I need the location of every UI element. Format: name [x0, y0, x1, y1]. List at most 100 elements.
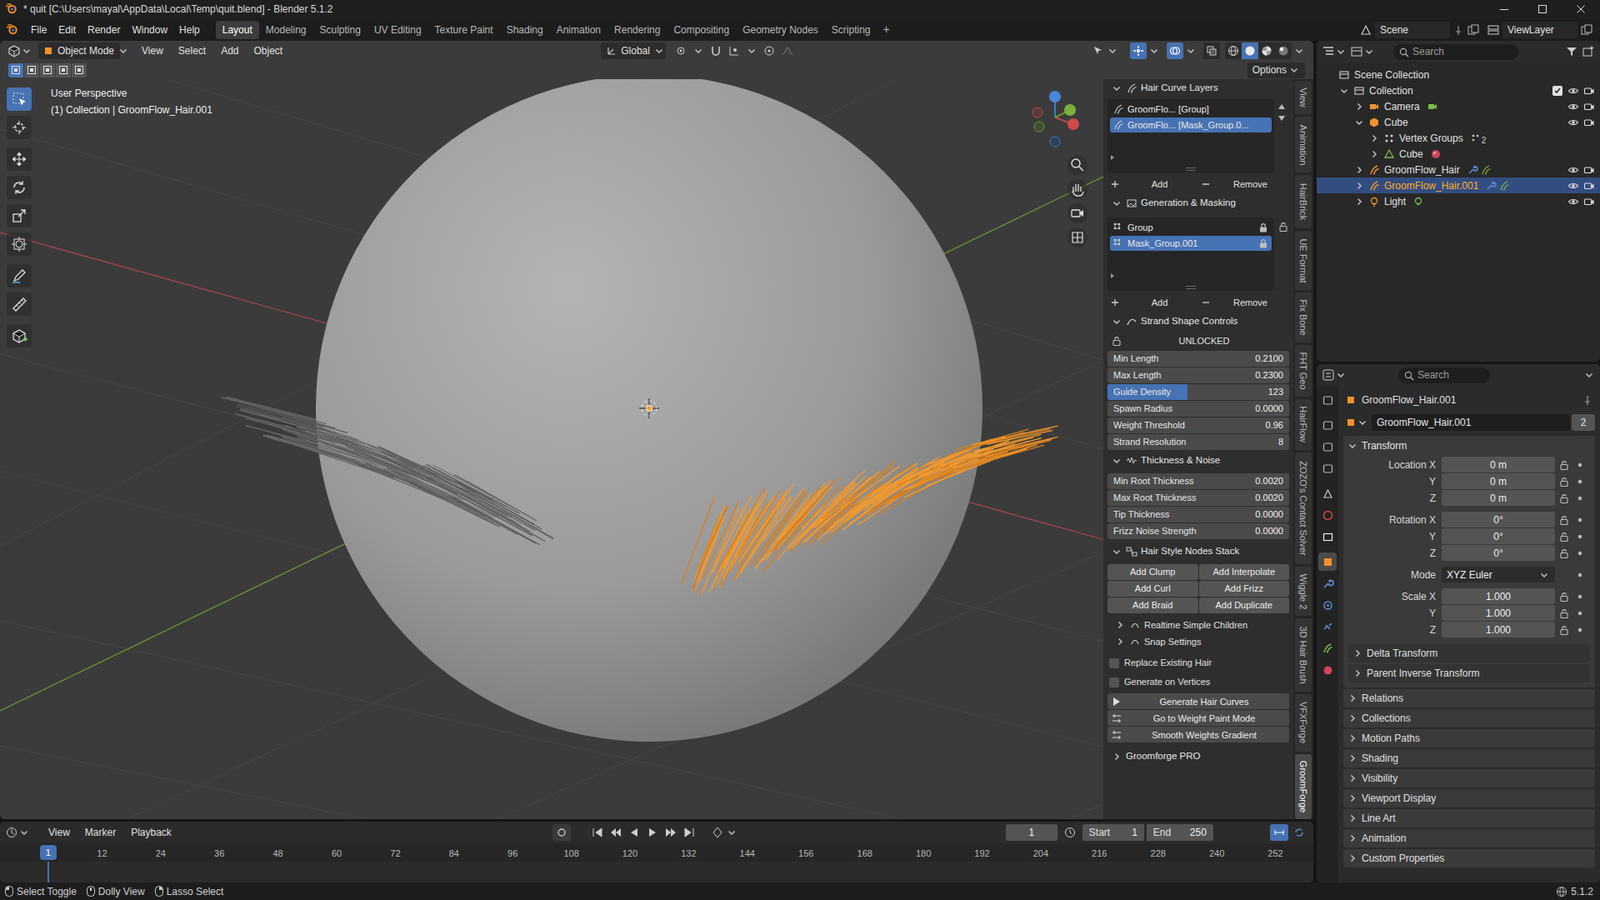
tree-toggle[interactable] — [1353, 164, 1365, 176]
style-button[interactable]: Add Curl — [1107, 580, 1199, 597]
list-resize-grip[interactable] — [1185, 285, 1196, 290]
subpanel-header[interactable]: Realtime Simple Children — [1107, 616, 1290, 634]
viewport-menu[interactable]: Add — [214, 42, 245, 60]
tree-toggle[interactable] — [1368, 132, 1380, 145]
mask-group-list[interactable]: GroupMask_Group.001 — [1107, 217, 1275, 291]
properties-tab[interactable] — [1318, 574, 1337, 593]
visibility-dropdown[interactable] — [1091, 44, 1119, 58]
scene-selector[interactable]: Scene — [1359, 21, 1480, 39]
editor-type-button[interactable] — [5, 825, 30, 840]
workspace-tab[interactable]: Layout — [215, 20, 260, 40]
properties-tab[interactable] — [1318, 527, 1337, 546]
tool-button[interactable] — [6, 87, 32, 111]
tree-toggle[interactable] — [1353, 100, 1365, 113]
viewport-menu[interactable]: Object — [247, 42, 290, 60]
add-button[interactable]: Add — [1107, 176, 1199, 192]
number-field[interactable]: 0 m — [1441, 490, 1555, 506]
select-mode-button[interactable] — [24, 63, 40, 78]
sidebar-tab[interactable]: UE Format — [1295, 230, 1312, 290]
checkbox-row[interactable]: Generate on Vertices — [1107, 674, 1290, 690]
sidebar-tab[interactable]: FHT Geo — [1295, 345, 1312, 397]
transform-header[interactable]: Transform — [1343, 435, 1595, 456]
header-dropdown[interactable] — [1583, 369, 1595, 381]
subpanel-header[interactable]: Delta Transform — [1348, 644, 1590, 663]
properties-tab[interactable] — [1318, 459, 1337, 478]
loop-toggle[interactable] — [1290, 824, 1309, 841]
visibility-toggle[interactable] — [1565, 164, 1581, 176]
orientation-dropdown[interactable]: Global — [600, 42, 666, 60]
properties-tab[interactable] — [1318, 415, 1337, 435]
style-button[interactable]: Add Frizz — [1199, 580, 1290, 597]
visibility-toggle[interactable] — [1565, 116, 1581, 129]
number-field[interactable]: 1.000 — [1441, 605, 1555, 621]
viewport-canvas[interactable]: User Perspective(1) Collection | GroomFl… — [0, 79, 1104, 820]
panel-header[interactable]: Custom Properties — [1343, 849, 1595, 868]
panel-header[interactable]: Relations — [1343, 689, 1595, 708]
blender-menu[interactable] — [0, 23, 25, 37]
style-button[interactable]: Add Interpolate — [1199, 564, 1290, 580]
hair-curve-layers-header[interactable]: Hair Curve Layers — [1107, 79, 1290, 98]
playhead[interactable]: 1 — [40, 845, 57, 860]
workspace-tab[interactable]: Texture Paint — [428, 20, 500, 40]
3d-viewport[interactable]: Object Mode ViewSelectAddObject Global O… — [0, 40, 1314, 820]
outliner-row[interactable]: Cube — [1316, 114, 1600, 130]
outliner-row[interactable]: Cube — [1316, 145, 1600, 162]
viewport-toggle[interactable] — [1130, 42, 1147, 60]
end-frame-field[interactable]: End250 — [1146, 824, 1214, 841]
outliner-row[interactable]: Light — [1316, 193, 1600, 210]
properties-tab[interactable] — [1318, 552, 1337, 571]
transport-button[interactable] — [662, 824, 680, 841]
number-field[interactable]: Frizz Noise Strength0.0000 — [1107, 523, 1290, 540]
menu-item[interactable]: Edit — [52, 20, 82, 40]
sidebar-tab[interactable]: Animation — [1295, 116, 1312, 173]
number-field[interactable]: Spawn Radius0.0000 — [1107, 400, 1290, 417]
workspace-tab[interactable]: Rendering — [607, 20, 667, 40]
record-button[interactable] — [552, 824, 571, 841]
panel-header[interactable]: Visibility — [1343, 769, 1595, 788]
properties-tab[interactable] — [1318, 390, 1337, 410]
outliner-row[interactable]: GroomFlow_Hair.001 — [1316, 177, 1600, 194]
outliner-row[interactable]: GroomFlow_Hair — [1316, 161, 1600, 178]
timeline-menu[interactable]: View — [41, 824, 77, 841]
keyframe-area[interactable] — [0, 861, 1314, 883]
viewport-menu[interactable]: View — [135, 42, 170, 60]
action-button[interactable]: Generate Hair Curves — [1107, 693, 1290, 710]
add-workspace-button[interactable]: + — [877, 20, 896, 40]
ortho-grid-icon[interactable] — [1067, 227, 1088, 248]
auto-scroll-toggle[interactable] — [1270, 824, 1289, 841]
outliner[interactable]: Scene CollectionCollectionCameraCubeVert… — [1316, 40, 1600, 362]
properties-tab[interactable] — [1318, 595, 1337, 615]
outliner-row[interactable]: Vertex Groups2 — [1316, 130, 1600, 146]
tool-button[interactable] — [6, 115, 32, 140]
tree-toggle[interactable] — [1353, 180, 1365, 192]
toggle-dropdown[interactable] — [1185, 45, 1197, 57]
properties-editor[interactable]: GroomFlow_Hair.001 GroomFlow_Hair.001 2 … — [1316, 364, 1600, 883]
render-toggle[interactable] — [1580, 180, 1597, 192]
sidebar-tab[interactable]: HairBrick — [1295, 175, 1312, 229]
generation-masking-header[interactable]: Generation & Masking — [1107, 194, 1290, 213]
select-mode-button[interactable] — [40, 63, 55, 78]
menu-item[interactable]: Render — [81, 20, 126, 40]
workspace-tab[interactable]: Compositing — [666, 20, 736, 40]
menu-item[interactable]: Window — [125, 20, 174, 40]
visibility-toggle[interactable] — [1565, 85, 1581, 97]
number-field[interactable]: Tip Thickness0.0000 — [1107, 506, 1290, 523]
workspace-tab[interactable]: Modeling — [259, 20, 314, 40]
tool-button[interactable] — [6, 204, 32, 228]
display-mode-button[interactable] — [1350, 45, 1375, 59]
action-button[interactable]: Go to Weight Paint Mode — [1107, 710, 1290, 726]
render-toggle[interactable] — [1580, 100, 1597, 113]
style-button[interactable]: Add Braid — [1107, 597, 1199, 614]
render-toggle[interactable] — [1580, 195, 1597, 208]
tree-toggle[interactable] — [1338, 85, 1350, 97]
timeline[interactable]: ViewMarkerPlayback 1 Start1 End250 12243… — [0, 821, 1314, 883]
subpanel-header[interactable]: Snap Settings — [1107, 633, 1290, 650]
workspace-tab[interactable]: Geometry Nodes — [735, 20, 825, 40]
transport-button[interactable] — [589, 824, 606, 841]
viewport-toggle[interactable] — [1166, 42, 1184, 60]
subpanel-header[interactable]: Parent Inverse Transform — [1348, 664, 1590, 683]
checkbox[interactable] — [1109, 677, 1120, 688]
workspace-tab[interactable]: Animation — [550, 20, 608, 40]
outliner-row[interactable]: Camera — [1316, 98, 1600, 115]
outliner-row[interactable]: Collection — [1316, 82, 1600, 99]
